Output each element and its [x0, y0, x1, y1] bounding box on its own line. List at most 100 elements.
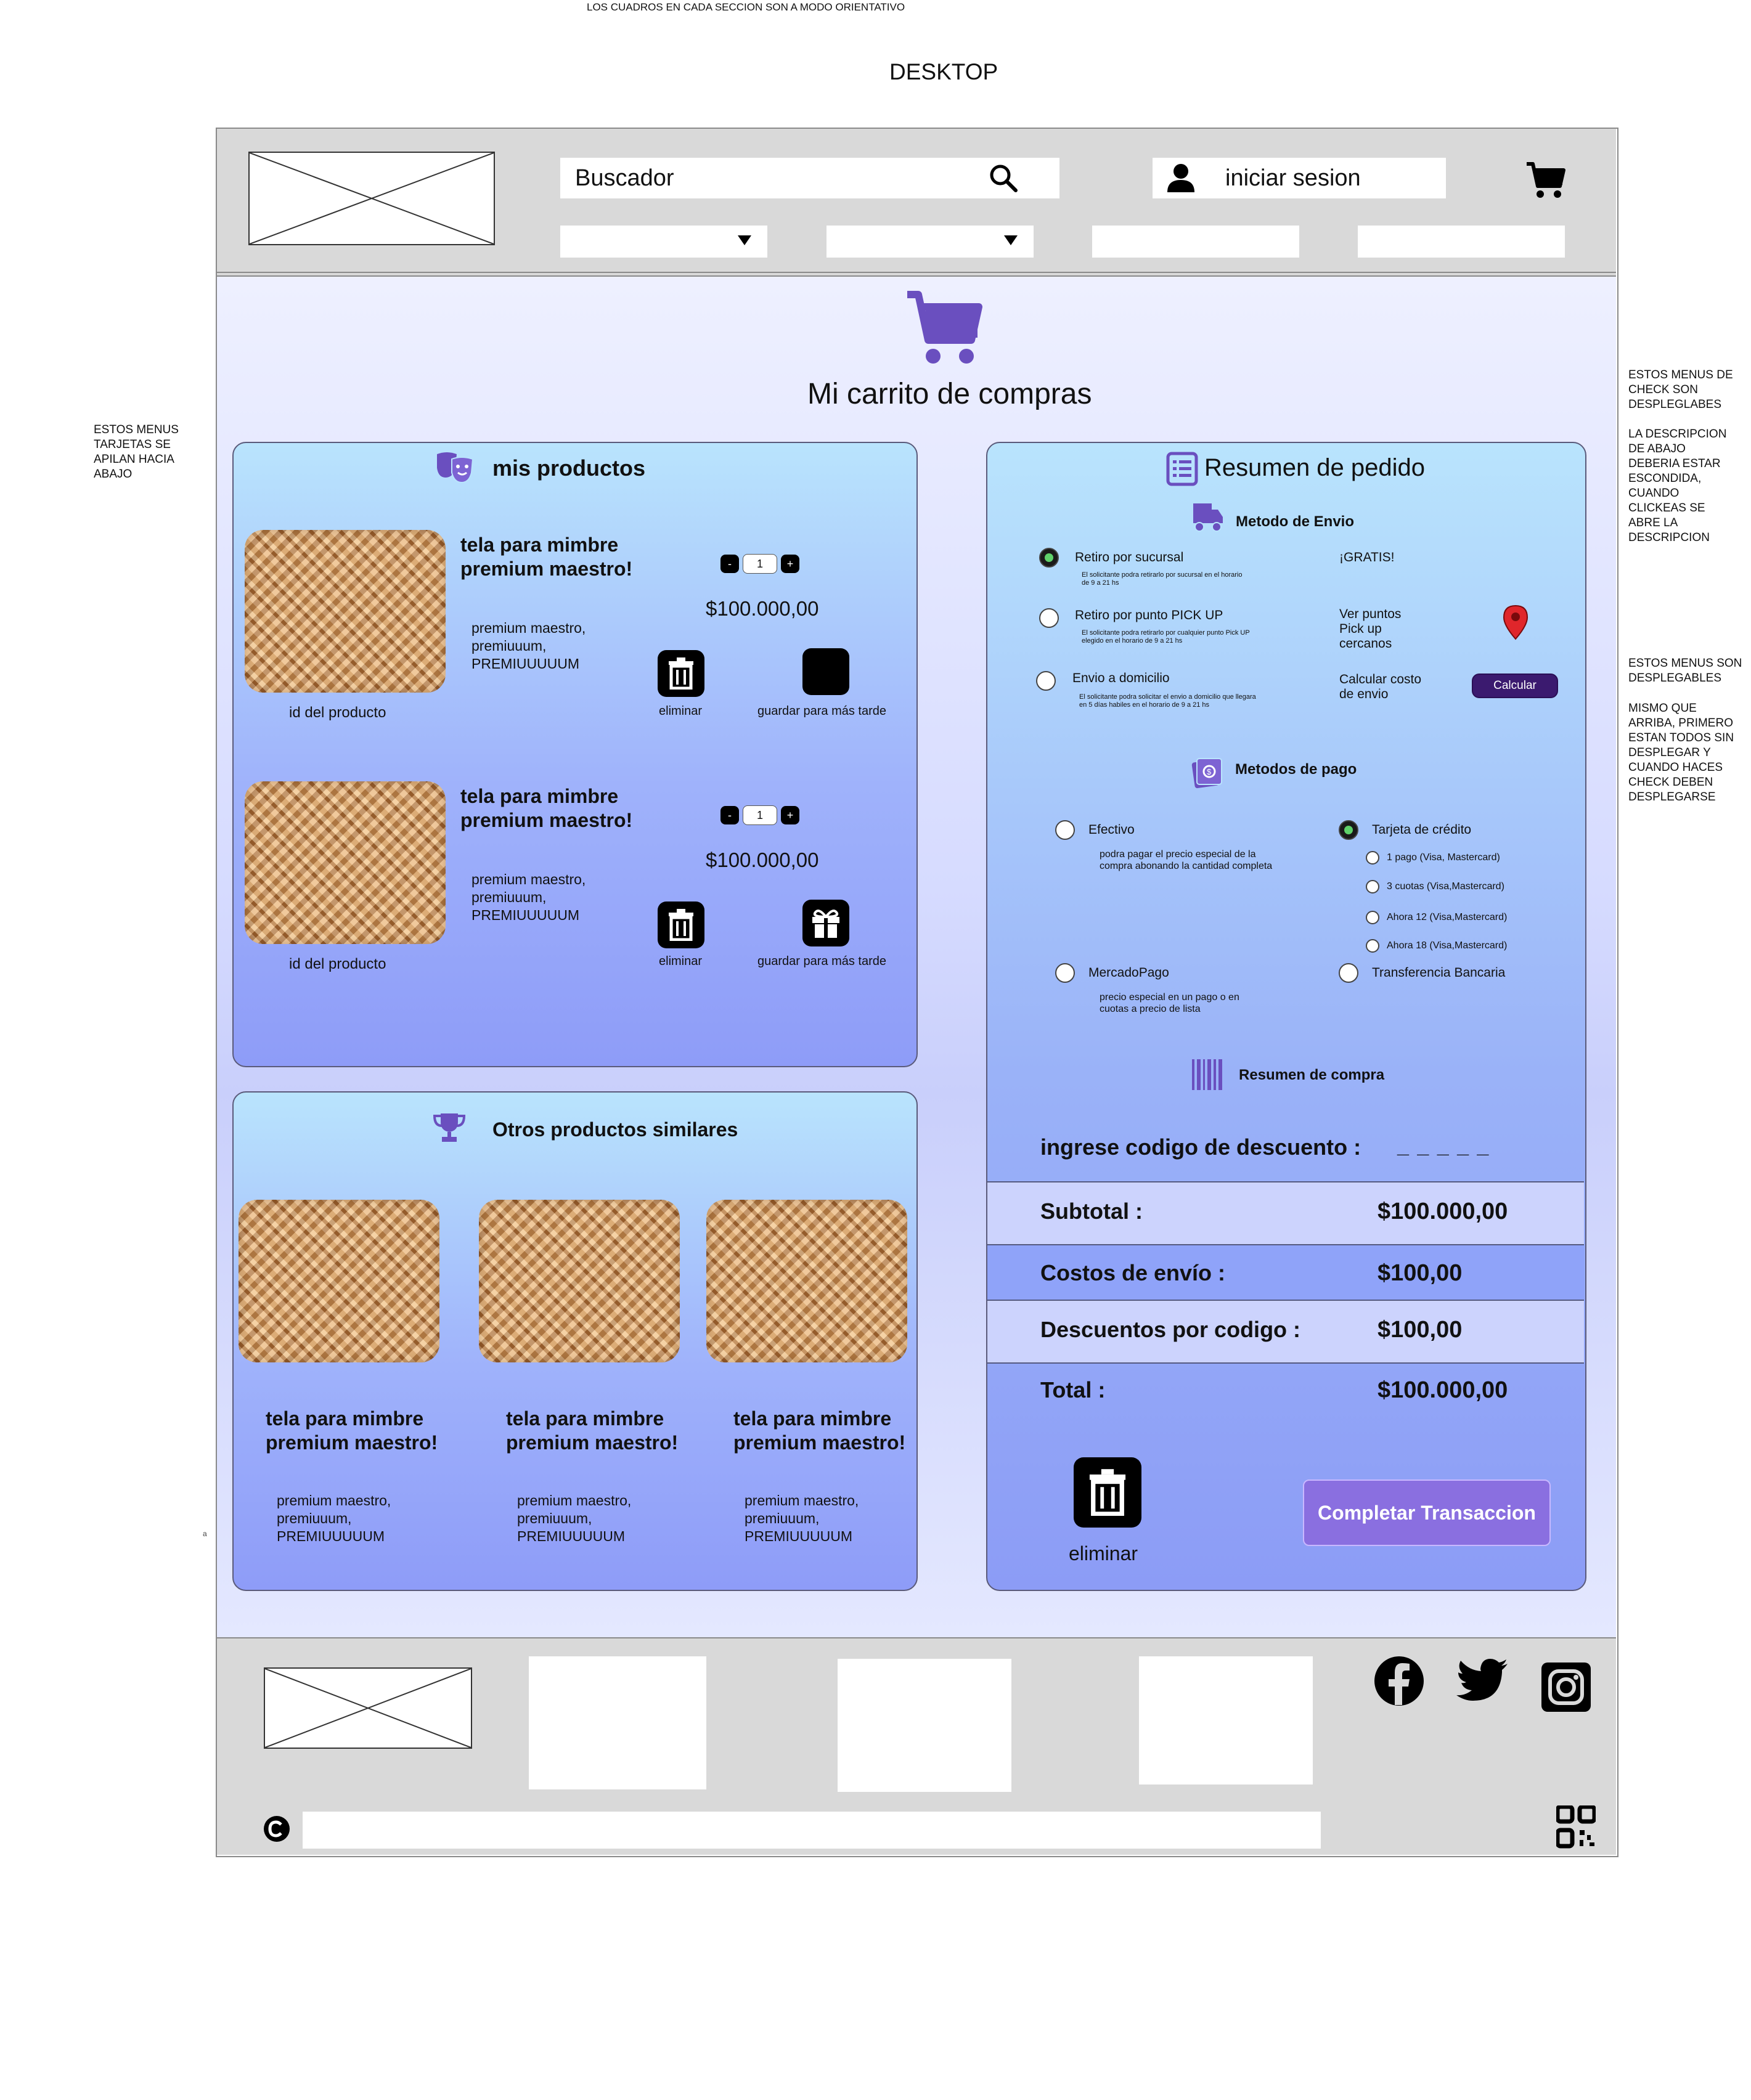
card-option-radio[interactable] [1366, 939, 1379, 953]
search-icon[interactable] [988, 163, 1019, 193]
login-label: iniciar sesion [1225, 165, 1361, 191]
payment-radio-transfer[interactable] [1339, 963, 1358, 983]
product-name[interactable]: tela para mimbre premium maestro! [460, 784, 639, 832]
shipping-cost-label: Costos de envío : [1040, 1260, 1226, 1285]
delete-label: eliminar [659, 704, 703, 718]
quantity-stepper[interactable]: - 1 + [720, 553, 799, 574]
shipping-label[interactable]: Retiro por sucursal [1075, 550, 1183, 565]
card-option-label[interactable]: Ahora 12 (Visa,Mastercard) [1387, 911, 1507, 923]
twitter-icon[interactable] [1456, 1659, 1509, 1703]
shipping-description: El solicitante podra solicitar el envio … [1079, 693, 1256, 709]
card-option-label[interactable]: Ahora 18 (Visa,Mastercard) [1387, 940, 1507, 951]
card-option-label[interactable]: 1 pago (Visa, Mastercard) [1387, 852, 1500, 863]
qty-minus-button[interactable]: - [720, 555, 739, 573]
delete-button[interactable] [658, 650, 704, 697]
footer-block-1[interactable] [529, 1656, 706, 1789]
right-note-2b: MISMO QUE ARRIBA, PRIMERO ESTAN TODOS SI… [1628, 702, 1734, 804]
discount-label: ingrese codigo de descuento : [1040, 1134, 1361, 1160]
similar-product-name[interactable]: tela para mimbre premium maestro! [733, 1407, 912, 1455]
save-later-button[interactable] [802, 900, 849, 946]
save-later-button[interactable] [802, 648, 849, 695]
payment-label-mercadopago[interactable]: MercadoPago [1088, 966, 1169, 980]
clear-cart-button[interactable] [1074, 1457, 1141, 1528]
footer-block-2[interactable] [838, 1659, 1011, 1792]
copyright-icon [264, 1816, 290, 1842]
product-image[interactable] [245, 781, 446, 944]
nav-dropdown-2[interactable] [827, 226, 1034, 258]
product-name[interactable]: tela para mimbre premium maestro! [460, 533, 639, 581]
nav-item-3[interactable] [1092, 226, 1299, 258]
purchase-summary-title: Resumen de compra [1239, 1067, 1385, 1083]
qty-value[interactable]: 1 [743, 554, 777, 574]
shipping-description: El solicitante podra retirarlo por sucur… [1082, 571, 1243, 587]
caret-down-icon [738, 235, 751, 245]
gift-icon [812, 910, 839, 938]
truck-icon [1193, 503, 1223, 532]
similar-product-image[interactable] [239, 1200, 439, 1362]
facebook-icon[interactable] [1374, 1656, 1424, 1706]
list-icon [1166, 452, 1198, 486]
nav-item-4[interactable] [1358, 226, 1565, 258]
footer-block-3[interactable] [1139, 1656, 1313, 1785]
discount-code-input[interactable]: _ _ _ _ _ [1397, 1134, 1490, 1158]
nav-dropdown-1[interactable] [560, 226, 767, 258]
card-option-radio[interactable] [1366, 880, 1379, 893]
logo-placeholder[interactable] [248, 152, 495, 245]
product-description: premium maestro, premiuuum, PREMIUUUUUM [471, 620, 586, 672]
shipping-radio-home[interactable] [1036, 671, 1056, 691]
payment-title: Metodos de pago [1235, 761, 1357, 778]
clear-cart-label: eliminar [1069, 1542, 1138, 1565]
shipping-label[interactable]: Retiro por punto PICK UP [1075, 608, 1223, 623]
similar-product-image[interactable] [706, 1200, 907, 1362]
payment-radio-card[interactable] [1339, 820, 1358, 840]
instagram-icon[interactable] [1540, 1661, 1592, 1713]
quantity-stepper[interactable]: - 1 + [720, 805, 799, 826]
qr-code-icon[interactable] [1556, 1805, 1596, 1849]
right-note-1b: LA DESCRIPCION DE ABAJO DEBERIA ESTAR ES… [1628, 428, 1727, 544]
footer-copyright-bar [303, 1812, 1321, 1849]
product-image[interactable] [245, 530, 446, 693]
payment-label-card[interactable]: Tarjeta de crédito [1372, 823, 1471, 837]
map-pin-icon[interactable] [1503, 604, 1529, 640]
trash-icon [669, 657, 693, 690]
shipping-radio-branch[interactable] [1039, 548, 1059, 568]
payment-radio-mercadopago[interactable] [1055, 963, 1075, 983]
card-option-radio[interactable] [1366, 911, 1379, 924]
delete-button[interactable] [658, 901, 704, 948]
payment-label-transfer[interactable]: Transferencia Bancaria [1372, 966, 1505, 980]
similar-product-name[interactable]: tela para mimbre premium maestro! [266, 1407, 444, 1455]
qty-plus-button[interactable]: + [781, 555, 799, 573]
discount-row-value: $100,00 [1378, 1317, 1463, 1343]
complete-transaction-button[interactable]: Completar Transaccion [1303, 1479, 1551, 1546]
cart-icon[interactable] [1525, 161, 1566, 200]
payment-description-cash: podra pagar el precio especial de la com… [1100, 849, 1273, 871]
similar-panel-title: Otros productos similares [492, 1118, 738, 1141]
qty-minus-button[interactable]: - [720, 806, 739, 824]
shipping-radio-pickup[interactable] [1039, 608, 1059, 628]
shipping-side-text[interactable]: Ver puntos Pick up cercanos [1339, 607, 1426, 651]
user-icon [1167, 164, 1194, 192]
product-description: premium maestro, premiuuum, PREMIUUUUUM [471, 871, 586, 923]
search-input[interactable]: Buscador [560, 158, 1059, 198]
search-placeholder: Buscador [575, 165, 674, 191]
payment-label-cash[interactable]: Efectivo [1088, 823, 1135, 837]
footer-logo-placeholder[interactable] [264, 1667, 472, 1749]
card-option-label[interactable]: 3 cuotas (Visa,Mastercard) [1387, 881, 1504, 892]
header-divider [217, 272, 1616, 277]
similar-product-name[interactable]: tela para mimbre premium maestro! [506, 1407, 685, 1455]
similar-product-image[interactable] [479, 1200, 680, 1362]
left-note: ESTOS MENUS TARJETAS SE APILAN HACIA ABA… [94, 423, 179, 481]
shipping-title: Metodo de Envio [1236, 513, 1354, 530]
subtotal-row: Subtotal : $100.000,00 [987, 1182, 1584, 1244]
similar-products-panel: Otros productos similares tela para mimb… [232, 1091, 918, 1591]
login-button[interactable]: iniciar sesion [1153, 158, 1446, 198]
right-note-1a: ESTOS MENUS DE CHECK SON DESPLEGLABES [1628, 368, 1733, 411]
products-panel-title: mis productos [492, 455, 646, 481]
shipping-label[interactable]: Envio a domicilio [1072, 671, 1170, 686]
card-option-radio[interactable] [1366, 851, 1379, 865]
qty-plus-button[interactable]: + [781, 806, 799, 824]
total-value: $100.000,00 [1378, 1377, 1508, 1403]
qty-value[interactable]: 1 [743, 805, 777, 825]
calc-shipping-button[interactable]: Calcular [1472, 674, 1558, 698]
payment-radio-cash[interactable] [1055, 820, 1075, 840]
